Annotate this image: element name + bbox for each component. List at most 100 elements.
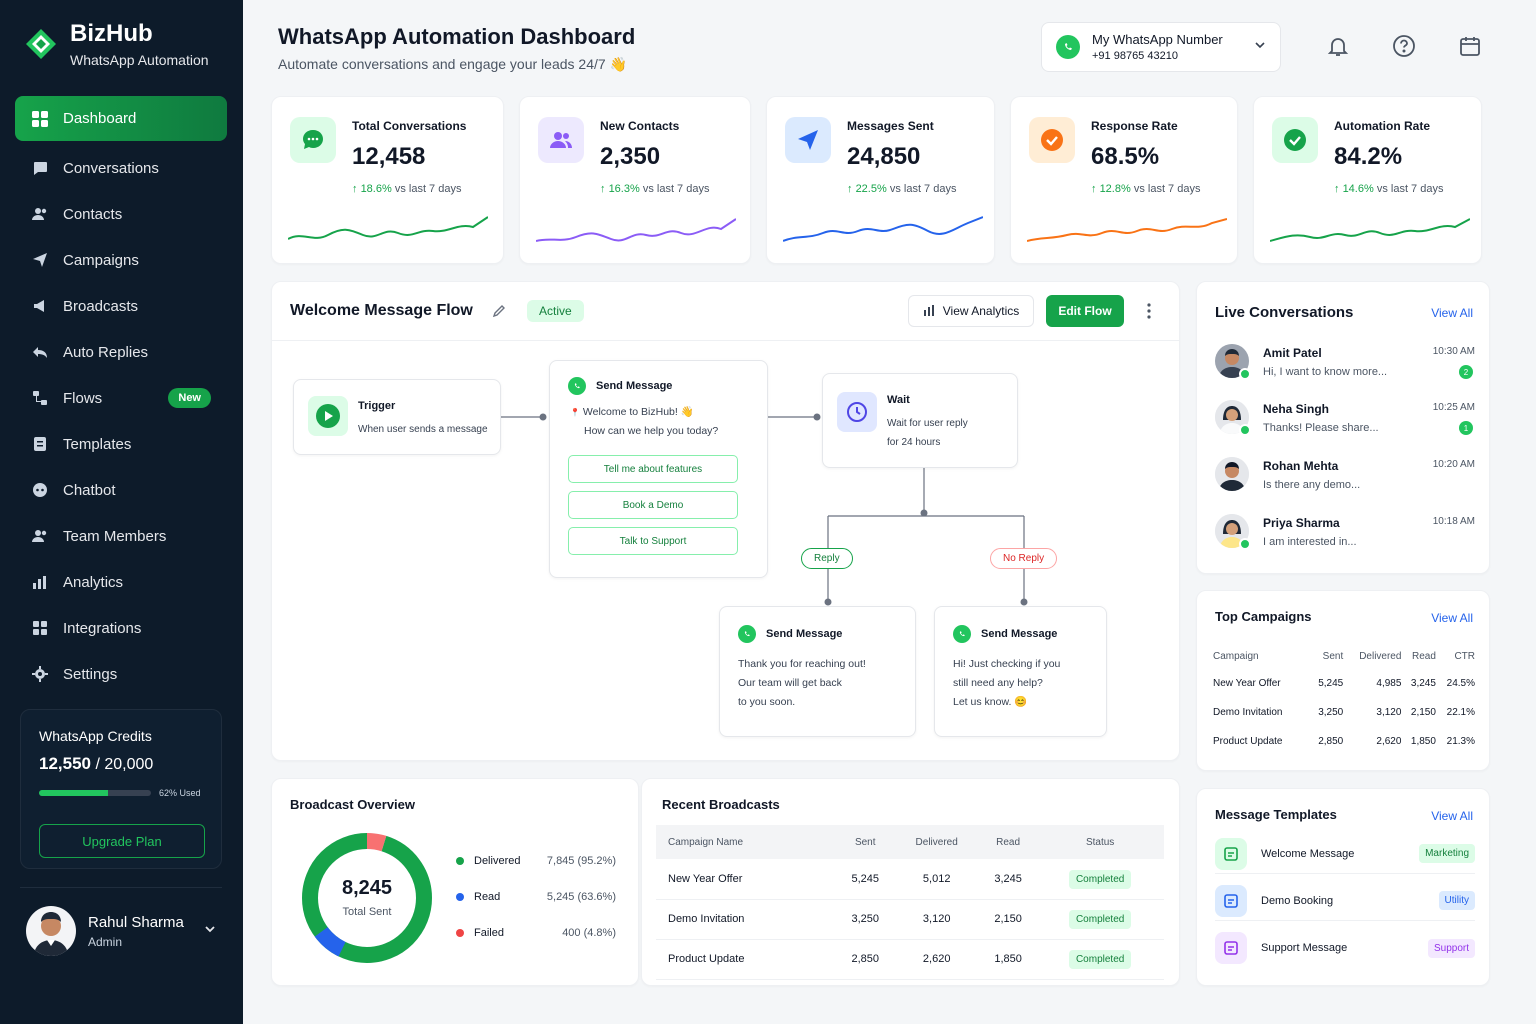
sidebar-item-auto-replies[interactable]: Auto Replies — [15, 330, 227, 374]
bar-chart-icon — [31, 573, 49, 591]
logo-icon — [26, 29, 56, 59]
sidebar-item-analytics[interactable]: Analytics — [15, 560, 227, 604]
legend-value: 7,845 (95.2%) — [546, 855, 616, 867]
option-button[interactable]: Talk to Support — [568, 527, 738, 555]
brand[interactable]: BizHub WhatsApp Automation — [24, 20, 209, 68]
brand-name: BizHub — [70, 20, 153, 47]
contact-name: Amit Patel — [1263, 346, 1322, 360]
flow-icon — [31, 389, 49, 407]
sidebar-item-integrations[interactable]: Integrations — [15, 606, 227, 650]
table-row[interactable]: New Year Offer 5,245 4,985 3,245 24.5% — [1213, 669, 1475, 698]
sidebar-item-team-members[interactable]: Team Members — [15, 514, 227, 558]
option-button[interactable]: Tell me about features — [568, 455, 738, 483]
send-message-node[interactable]: Send Message 📍 Welcome to BizHub! 👋 How … — [549, 360, 768, 578]
table-header-row: Campaign Sent Delivered Read CTR — [1213, 643, 1475, 669]
whatsapp-icon — [568, 377, 586, 395]
whatsapp-number-select[interactable]: My WhatsApp Number +91 98765 43210 — [1041, 22, 1281, 72]
panel-title: Live Conversations — [1215, 304, 1354, 321]
no-reply-message-node[interactable]: Send Message Hi! Just checking if you st… — [934, 606, 1107, 737]
view-all-link[interactable]: View All — [1431, 611, 1473, 625]
sidebar-item-label: Chatbot — [63, 481, 116, 499]
contact-name: Rohan Mehta — [1263, 459, 1339, 473]
stat-value: 2,350 — [600, 143, 661, 170]
number-label: My WhatsApp Number — [1092, 32, 1223, 47]
template-item[interactable]: Welcome Message Marketing — [1215, 834, 1475, 874]
category-badge: Support — [1427, 938, 1475, 958]
stat-card-messages-sent[interactable]: Messages Sent 24,850 ↑ 22.5% vs last 7 d… — [766, 96, 995, 264]
contact-name: Neha Singh — [1263, 402, 1330, 416]
legend-label: Failed — [474, 927, 504, 939]
bell-icon[interactable] — [1326, 34, 1350, 58]
conversation-item[interactable]: Priya Sharma I am interested in... 10:18… — [1215, 514, 1475, 554]
profile-menu[interactable]: Rahul Sharma Admin — [26, 906, 216, 956]
table-row[interactable]: New Year Offer 5,245 5,012 3,245 Complet… — [656, 859, 1164, 900]
sidebar-item-contacts[interactable]: Contacts — [15, 192, 227, 236]
donut-total: 8,245 — [341, 877, 393, 899]
sidebar-item-templates[interactable]: Templates — [15, 422, 227, 466]
calendar-icon[interactable] — [1458, 34, 1482, 58]
top-campaigns-table: Campaign Sent Delivered Read CTR New Yea… — [1213, 643, 1475, 756]
sidebar-item-campaigns[interactable]: Campaigns — [15, 238, 227, 282]
timestamp: 10:30 AM — [1432, 346, 1475, 357]
column-header: Campaign — [1213, 650, 1259, 662]
view-all-link[interactable]: View All — [1431, 306, 1473, 320]
stat-card-automation-rate[interactable]: Automation Rate 84.2% ↑ 14.6% vs last 7 … — [1253, 96, 1482, 264]
sidebar-item-flows[interactable]: Flows New — [15, 376, 227, 420]
category-badge: Utility — [1438, 891, 1475, 910]
message-line: How can we help you today? — [584, 425, 719, 437]
wait-node[interactable]: Wait Wait for user reply for 24 hours — [822, 373, 1018, 468]
table-row[interactable]: Demo Invitation 3,250 3,120 2,150 Comple… — [656, 899, 1164, 940]
template-item[interactable]: Demo Booking Utility — [1215, 881, 1475, 921]
sidebar-item-dashboard[interactable]: Dashboard — [15, 96, 227, 141]
reply-branch-label: Reply — [801, 548, 853, 569]
wait-line: for 24 hours — [887, 437, 941, 448]
conversation-item[interactable]: Amit Patel Hi, I want to know more... 10… — [1215, 344, 1475, 384]
sparkline — [1270, 218, 1470, 242]
conversation-item[interactable]: Rohan Mehta Is there any demo... 10:20 A… — [1215, 457, 1475, 497]
sidebar-item-label: Campaigns — [63, 251, 139, 269]
legend-item: Failed 400 (4.8%) — [456, 927, 616, 939]
legend-item: Delivered 7,845 (95.2%) — [456, 855, 616, 867]
credits-value: 12,550 / 20,000 — [39, 754, 203, 774]
table-row[interactable]: Product Update 2,850 2,620 1,850 Complet… — [656, 939, 1164, 980]
message-line: Thank you for reaching out! — [738, 658, 866, 670]
sidebar-item-conversations[interactable]: Conversations — [15, 146, 227, 190]
sidebar-item-chatbot[interactable]: Chatbot — [15, 468, 227, 512]
stat-card-new-contacts[interactable]: New Contacts 2,350 ↑ 16.3% vs last 7 day… — [519, 96, 751, 264]
template-item[interactable]: Support Message Support — [1215, 928, 1475, 968]
message-line-text: Welcome to BizHub! 👋 — [582, 406, 694, 418]
table-row[interactable]: Product Update 2,850 2,620 1,850 21.3% — [1213, 727, 1475, 756]
conversation-item[interactable]: Neha Singh Thanks! Please share... 10:25… — [1215, 400, 1475, 440]
pin-icon: 📍 — [570, 408, 580, 417]
table-cell: New Year Offer — [656, 859, 838, 900]
legend-value: 5,245 (63.6%) — [546, 891, 616, 903]
stat-card-response-rate[interactable]: Response Rate 68.5% ↑ 12.8% vs last 7 da… — [1010, 96, 1238, 264]
column-header: Sent — [1322, 650, 1344, 662]
grid-icon — [31, 110, 49, 128]
table-row[interactable]: Demo Invitation 3,250 3,120 2,150 22.1% — [1213, 698, 1475, 727]
template-icon — [1215, 837, 1247, 870]
wait-line: Wait for user reply — [887, 418, 968, 429]
reply-message-node[interactable]: Send Message Thank you for reaching out!… — [719, 606, 916, 737]
help-icon[interactable] — [1392, 34, 1416, 58]
table-cell: 2,150 — [979, 899, 1037, 940]
welcome-flow-card: Welcome Message Flow Active View Analyti… — [271, 281, 1180, 761]
avatar — [1215, 457, 1249, 491]
sidebar-item-label: Team Members — [63, 527, 167, 545]
trigger-node[interactable]: Trigger When user sends a message — [293, 379, 501, 455]
table-cell: 2,850 — [1318, 736, 1344, 747]
recent-broadcasts-panel: Recent Broadcasts Campaign Name Sent Del… — [641, 778, 1180, 986]
sidebar-item-settings[interactable]: Settings — [15, 652, 227, 696]
upgrade-plan-button[interactable]: Upgrade Plan — [39, 824, 205, 858]
number-value: +91 98765 43210 — [1092, 50, 1178, 62]
arrow-up-icon: ↑ — [1334, 183, 1343, 195]
stat-card-total-conversations[interactable]: Total Conversations 12,458 ↑ 18.6% vs la… — [271, 96, 504, 264]
option-button[interactable]: Book a Demo — [568, 491, 738, 519]
view-all-link[interactable]: View All — [1431, 809, 1473, 823]
node-title: Send Message — [596, 380, 673, 392]
new-badge: New — [168, 388, 211, 408]
message-line: Let us know. 😊 — [953, 696, 1028, 708]
timestamp: 10:20 AM — [1432, 459, 1475, 470]
recent-broadcasts-table: Campaign Name Sent Delivered Read Status… — [656, 825, 1164, 980]
sidebar-item-broadcasts[interactable]: Broadcasts — [15, 284, 227, 328]
